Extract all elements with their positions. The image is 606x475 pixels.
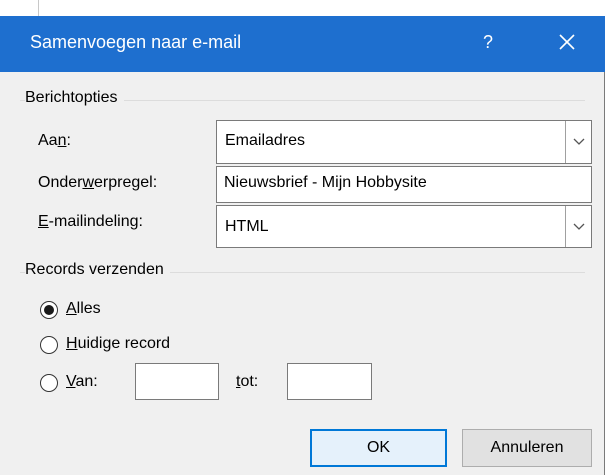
radio-from-text: an: <box>75 373 98 390</box>
close-icon <box>559 34 575 50</box>
to-record-input[interactable] <box>287 363 372 400</box>
format-label-mnemonic: E <box>38 213 49 230</box>
radio-from-label[interactable]: Van: <box>66 373 98 391</box>
ok-button-label: OK <box>366 439 391 456</box>
format-combobox-value: HTML <box>225 218 269 235</box>
group-label-send-records: Records verzenden <box>25 261 170 279</box>
to-record-label: tot: <box>236 373 258 391</box>
from-record-input[interactable] <box>135 363 219 400</box>
help-icon: ? <box>482 32 493 52</box>
to-dropdown-button[interactable] <box>565 121 591 163</box>
to-label-text: Aa <box>38 132 58 149</box>
chevron-down-icon <box>573 138 585 145</box>
ok-button[interactable]: OK <box>310 429 447 467</box>
format-label-rest: -mailindeling: <box>48 213 143 230</box>
radio-current-record[interactable] <box>40 336 58 354</box>
radio-all-label[interactable]: Alles <box>66 300 101 318</box>
radio-current-record-text: uidige record <box>77 335 171 352</box>
dialog-title: Samenvoegen naar e-mail <box>30 32 242 52</box>
help-button[interactable]: ? <box>468 27 508 57</box>
cancel-button[interactable]: Annuleren <box>462 429 592 467</box>
format-label: E-mailindeling: <box>38 213 143 231</box>
subject-label-text: Onder <box>38 174 83 191</box>
subject-input[interactable]: Nieuwsbrief - Mijn Hobbysite <box>216 166 592 203</box>
subject-label: Onderwerpregel: <box>38 174 157 192</box>
radio-current-record-mnemonic: H <box>66 335 78 352</box>
cancel-button-label: Annuleren <box>490 439 564 456</box>
radio-all-mnemonic: A <box>66 300 77 317</box>
radio-selected-dot <box>44 305 54 315</box>
radio-all[interactable] <box>40 301 58 319</box>
merge-to-email-dialog: Samenvoegen naar e-mail ? Berichtopties … <box>0 16 605 475</box>
radio-from[interactable] <box>40 374 58 392</box>
radio-current-record-label[interactable]: Huidige record <box>66 335 170 353</box>
format-combobox[interactable]: HTML <box>216 205 592 248</box>
subject-input-value: Nieuwsbrief - Mijn Hobbysite <box>224 174 427 191</box>
chevron-down-icon <box>573 223 585 230</box>
to-label-colon: : <box>66 132 71 149</box>
to-label: Aan: <box>38 132 71 150</box>
background-divider <box>38 0 39 16</box>
subject-label-mnemonic: w <box>82 174 95 191</box>
radio-all-text: lles <box>76 300 101 317</box>
title-bar: Samenvoegen naar e-mail ? <box>0 16 605 72</box>
group-label-message-options: Berichtopties <box>25 89 124 107</box>
format-dropdown-button[interactable] <box>565 206 591 247</box>
close-button[interactable] <box>547 26 587 58</box>
to-combobox-value: Emailadres <box>225 132 306 149</box>
to-combobox[interactable]: Emailadres <box>216 120 592 164</box>
subject-label-rest: erpregel: <box>94 174 158 191</box>
to-record-text: ot: <box>240 373 259 390</box>
